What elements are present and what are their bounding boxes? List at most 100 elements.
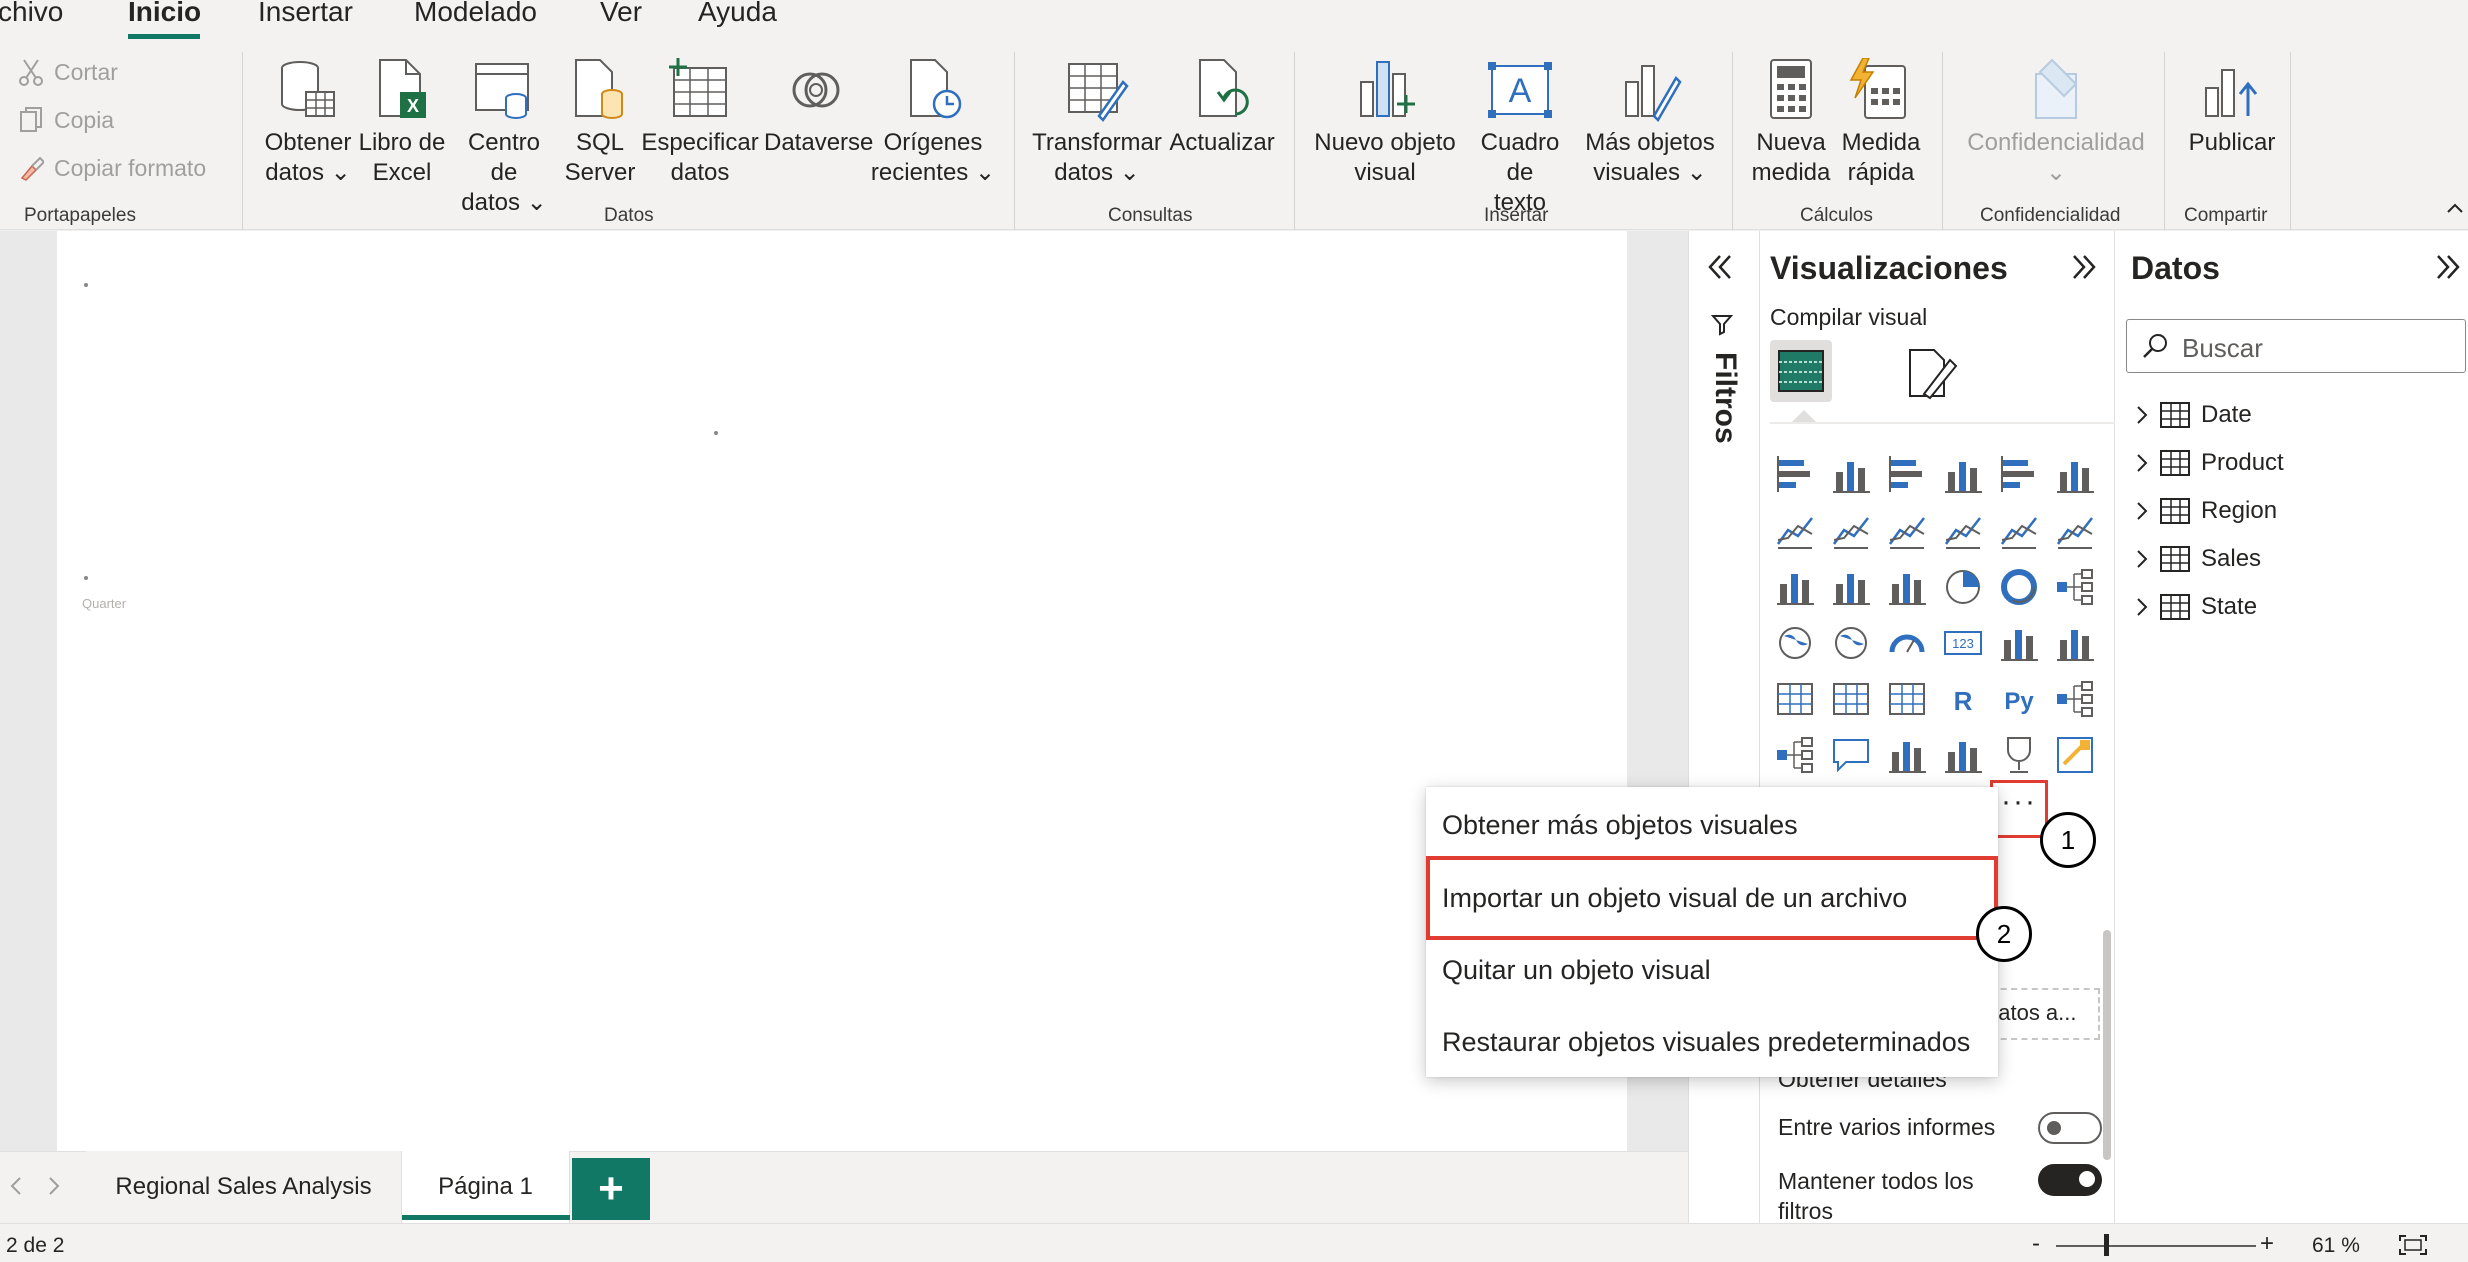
recent-sources-icon — [910, 59, 962, 119]
line-clustered-column-chart-icon[interactable] — [1942, 510, 1984, 552]
copy-button[interactable]: Copia — [18, 106, 114, 134]
card-icon[interactable]: 123 — [1942, 622, 1984, 664]
more-visual-apps-icon[interactable] — [2054, 734, 2096, 776]
area-chart-icon[interactable] — [1830, 510, 1872, 552]
enter-data-button[interactable]: Especificar datos — [640, 58, 760, 188]
metrics-icon[interactable] — [1998, 734, 2040, 776]
expand-left-icon[interactable] — [1706, 254, 1734, 280]
data-table-region[interactable]: Region — [2135, 496, 2277, 526]
funnel-chart-icon[interactable] — [1830, 566, 1872, 608]
menu-item-get-more-visuals[interactable]: Obtener más objetos visuales — [1442, 810, 1798, 841]
treemap-icon[interactable] — [2054, 566, 2096, 608]
visualizations-scrollbar[interactable] — [2103, 930, 2111, 1160]
filters-label[interactable]: Filtros — [1708, 352, 1742, 444]
get-data-button[interactable]: Obtener datos ⌄ — [262, 58, 354, 188]
zoom-slider-thumb[interactable] — [2104, 1234, 2109, 1256]
clustered-bar-chart-icon[interactable] — [1886, 454, 1928, 496]
multi-row-card-icon[interactable] — [1998, 622, 2040, 664]
qa-visual-icon[interactable] — [1830, 734, 1872, 776]
build-visual-tab[interactable] — [1770, 340, 1832, 402]
zoom-in-button[interactable]: + — [2260, 1230, 2274, 1258]
chevron-right-icon[interactable] — [2135, 548, 2149, 570]
data-table-date[interactable]: Date — [2135, 400, 2252, 430]
excel-workbook-button[interactable]: X Libro de Excel — [356, 58, 448, 188]
stacked-bar-chart-icon[interactable] — [1774, 454, 1816, 496]
new-visual-button[interactable]: Nuevo objeto visual — [1310, 58, 1460, 188]
collapse-data-icon[interactable] — [2434, 254, 2462, 280]
quick-measure-button[interactable]: Medida rápida — [1838, 58, 1924, 188]
menu-item-restore-default-visuals[interactable]: Restaurar objetos visuales predeterminad… — [1442, 1027, 1970, 1058]
map-icon[interactable] — [1774, 622, 1816, 664]
smart-narrative-icon[interactable] — [1942, 734, 1984, 776]
format-painter-button[interactable]: Copiar formato — [18, 154, 206, 182]
python-visual-icon[interactable]: Py — [1998, 678, 2040, 720]
dataverse-button[interactable]: Dataverse — [764, 58, 873, 158]
next-page-icon[interactable] — [46, 1176, 62, 1196]
line-chart-icon[interactable] — [1774, 510, 1816, 552]
tab-archivo[interactable]: chivo — [0, 0, 63, 26]
format-visual-icon[interactable] — [1904, 346, 1958, 400]
paginated-report-icon[interactable] — [1886, 734, 1928, 776]
decomposition-tree-icon[interactable] — [1774, 734, 1816, 776]
collapse-ribbon-icon[interactable] — [2446, 202, 2464, 214]
publish-button[interactable]: Publicar — [2180, 58, 2284, 158]
recent-sources-button[interactable]: Orígenes recientes ⌄ — [870, 58, 996, 188]
key-influencers-icon[interactable] — [2054, 678, 2096, 720]
data-hub-button[interactable]: Centro de datos ⌄ — [452, 58, 556, 218]
menu-item-remove-visual[interactable]: Quitar un objeto visual — [1442, 955, 1711, 986]
add-page-button[interactable]: + — [572, 1158, 650, 1220]
report-canvas[interactable] — [57, 231, 1627, 1151]
ribbon-chart-icon[interactable] — [2054, 510, 2096, 552]
stacked-column-chart-icon[interactable] — [1830, 454, 1872, 496]
keep-filters-toggle[interactable] — [2038, 1164, 2102, 1196]
data-search-input[interactable] — [2126, 319, 2466, 373]
line-stacked-column-chart-icon[interactable] — [1998, 510, 2040, 552]
chevron-right-icon[interactable] — [2135, 452, 2149, 474]
filled-map-icon[interactable] — [1830, 622, 1872, 664]
stacked-area-chart-icon[interactable] — [1886, 510, 1928, 552]
text-box-button[interactable]: A Cuadro de texto — [1464, 58, 1576, 218]
tab-inicio[interactable]: Inicio — [128, 0, 201, 26]
tab-ayuda[interactable]: Ayuda — [698, 0, 777, 26]
drillthrough-drop-field[interactable]: datos a... — [1980, 988, 2100, 1040]
tab-ver[interactable]: Ver — [600, 0, 642, 26]
kpi-icon[interactable] — [2054, 622, 2096, 664]
chevron-right-icon[interactable] — [2135, 596, 2149, 618]
tab-insertar[interactable]: Insertar — [258, 0, 353, 26]
r-script-visual-icon[interactable]: R — [1942, 678, 1984, 720]
matrix-icon[interactable] — [1886, 678, 1928, 720]
cross-report-toggle[interactable] — [2038, 1112, 2102, 1144]
data-table-state[interactable]: State — [2135, 592, 2257, 622]
gauge-icon[interactable] — [1886, 622, 1928, 664]
sensitivity-button[interactable]: Confidencialidad ⌄ — [1956, 58, 2156, 188]
donut-chart-icon[interactable] — [1998, 566, 2040, 608]
scatter-chart-icon[interactable] — [1886, 566, 1928, 608]
new-measure-button[interactable]: Nueva medida — [1748, 58, 1834, 188]
waterfall-chart-icon[interactable] — [1774, 566, 1816, 608]
collapse-visualizations-icon[interactable] — [2070, 254, 2098, 280]
pie-chart-icon[interactable] — [1942, 566, 1984, 608]
page-tab-regional-sales[interactable]: Regional Sales Analysis — [86, 1151, 402, 1223]
refresh-button[interactable]: Actualizar — [1166, 58, 1278, 158]
table-icon[interactable] — [1830, 678, 1872, 720]
zoom-out-button[interactable]: - — [2032, 1230, 2040, 1258]
zoom-slider-track[interactable] — [2056, 1245, 2256, 1247]
previous-page-icon[interactable] — [8, 1176, 24, 1196]
fit-to-page-icon[interactable] — [2398, 1234, 2428, 1256]
cut-button[interactable]: Cortar — [18, 58, 118, 86]
tab-modelado[interactable]: Modelado — [414, 0, 537, 26]
chevron-right-icon[interactable] — [2135, 404, 2149, 426]
more-visuals-ellipsis-button[interactable]: ··· — [1990, 780, 2048, 838]
zoom-level[interactable]: 61 % — [2312, 1234, 2360, 1258]
data-table-product[interactable]: Product — [2135, 448, 2284, 478]
100-stacked-column-chart-icon[interactable] — [2054, 454, 2096, 496]
transform-data-button[interactable]: Transformar datos ⌄ — [1032, 58, 1162, 188]
chevron-right-icon[interactable] — [2135, 500, 2149, 522]
100-stacked-bar-chart-icon[interactable] — [1998, 454, 2040, 496]
page-tab-pagina-1[interactable]: Página 1 — [402, 1151, 570, 1223]
slicer-icon[interactable] — [1774, 678, 1816, 720]
clustered-column-chart-icon[interactable] — [1942, 454, 1984, 496]
data-table-sales[interactable]: Sales — [2135, 544, 2261, 574]
sql-server-button[interactable]: SQL Server — [564, 58, 636, 188]
more-visuals-button[interactable]: Más objetos visuales ⌄ — [1580, 58, 1720, 188]
